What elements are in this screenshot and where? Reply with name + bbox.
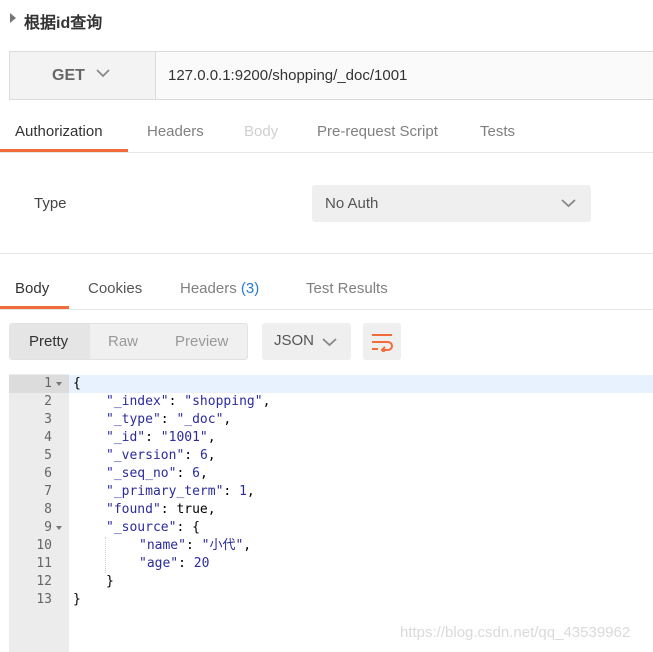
line-number: 5 (44, 448, 52, 463)
json-brace: } (106, 574, 114, 589)
json-line: "found": true, (106, 502, 216, 517)
chevron-down-icon (96, 69, 110, 78)
line-number: 11 (36, 556, 52, 571)
request-title-row[interactable]: 根据id查询 (0, 0, 653, 40)
json-key: "_id" (106, 430, 146, 445)
json-key: "age" (139, 556, 179, 571)
json-line: "age": 20 (139, 556, 210, 571)
json-value: "小代" (201, 538, 244, 553)
json-value: "1001" (160, 430, 208, 445)
json-line: "_id": "1001", (106, 430, 216, 445)
divider (0, 253, 653, 254)
view-mode-group: Pretty Raw Preview (9, 323, 248, 360)
format-select[interactable]: JSON (262, 323, 351, 360)
request-title: 根据id查询 (24, 15, 103, 32)
line-number: 13 (36, 592, 52, 607)
line-number: 1 (44, 376, 52, 391)
line-number: 4 (44, 430, 52, 445)
fold-toggle-icon[interactable] (56, 526, 62, 530)
json-line: "_version": 6, (106, 448, 216, 463)
format-label: JSON (274, 332, 315, 349)
json-line: } (73, 591, 81, 609)
view-preview-button[interactable]: Preview (175, 333, 228, 350)
url-bar: GET (9, 51, 653, 100)
line-number: 12 (36, 574, 52, 589)
json-line: { (73, 375, 81, 393)
json-key: "_seq_no" (106, 466, 177, 481)
json-key: "name" (139, 538, 186, 553)
url-input[interactable] (156, 52, 652, 99)
response-tab-headers[interactable]: Headers (3) (180, 280, 259, 297)
json-key: "_primary_term" (106, 484, 224, 499)
json-value: 6 (199, 448, 208, 463)
json-value: 20 (193, 556, 210, 571)
method-select[interactable]: GET (10, 52, 156, 99)
json-line: "name": "小代", (139, 538, 252, 553)
tab-headers[interactable]: Headers (147, 123, 204, 140)
wrap-lines-button[interactable] (363, 323, 401, 360)
auth-type-value: No Auth (325, 195, 379, 212)
line-number: 2 (44, 394, 52, 409)
view-raw-button[interactable]: Raw (108, 333, 138, 350)
json-value: 1 (239, 484, 247, 499)
line-number: 9 (44, 520, 52, 535)
line-number: 3 (44, 412, 52, 427)
json-key: "_version" (106, 448, 185, 463)
response-tab-cookies[interactable]: Cookies (88, 280, 142, 297)
line-number: 8 (44, 502, 52, 517)
divider (0, 152, 653, 153)
json-key: "found" (106, 502, 161, 517)
wrap-lines-icon (372, 334, 393, 352)
fold-toggle-icon[interactable] (56, 382, 62, 386)
response-tab-headers-label: Headers (180, 280, 237, 297)
chevron-down-icon (322, 338, 337, 347)
method-label: GET (52, 67, 85, 84)
json-line: } (106, 573, 114, 591)
response-body-editor[interactable]: 1 {2 "_index": "shopping", 3 "_type": "_doc"… (9, 374, 653, 652)
auth-type-select[interactable]: No Auth (312, 185, 591, 222)
response-tab-body[interactable]: Body (15, 280, 49, 297)
json-brace: } (73, 592, 81, 607)
auth-type-label: Type (34, 195, 67, 212)
json-value: "_doc" (176, 412, 224, 427)
tab-body[interactable]: Body (244, 123, 278, 140)
watermark: https://blog.csdn.net/qq_43539962 (400, 624, 631, 641)
response-tab-test-results[interactable]: Test Results (306, 280, 388, 297)
json-value: { (192, 520, 200, 535)
divider (0, 309, 653, 310)
tab-authorization[interactable]: Authorization (15, 123, 103, 140)
active-line-highlight (69, 375, 653, 393)
json-line: "_index": "shopping", (106, 394, 271, 409)
json-line: "_source": { (106, 520, 200, 535)
chevron-down-icon (561, 199, 576, 208)
line-number: 6 (44, 466, 52, 481)
headers-count-badge: (3) (240, 280, 260, 297)
json-brace: { (73, 376, 81, 391)
json-value: true (176, 502, 208, 517)
tab-tests[interactable]: Tests (480, 123, 515, 140)
json-key: "_source" (106, 520, 177, 535)
json-line: "_seq_no": 6, (106, 466, 208, 481)
view-pretty-label[interactable]: Pretty (29, 333, 68, 350)
json-line: "_type": "_doc", (106, 412, 232, 427)
json-key: "_index" (106, 394, 169, 409)
json-value: "shopping" (184, 394, 263, 409)
json-key: "_type" (106, 412, 161, 427)
json-line: "_primary_term": 1, (106, 484, 255, 499)
tab-pre-request-script[interactable]: Pre-request Script (317, 123, 438, 140)
indent-guide (105, 537, 107, 573)
line-number: 7 (44, 484, 52, 499)
line-number: 10 (36, 538, 52, 553)
caret-right-icon[interactable] (10, 13, 16, 23)
json-value: 6 (192, 466, 200, 481)
